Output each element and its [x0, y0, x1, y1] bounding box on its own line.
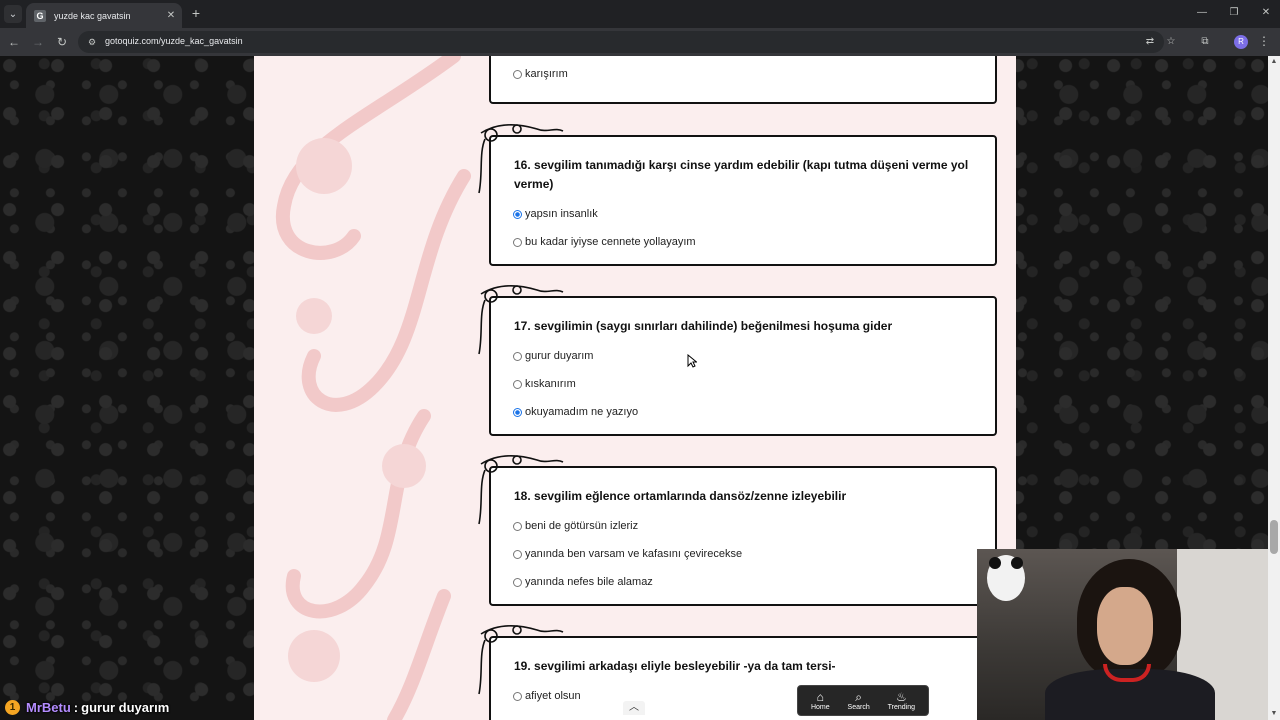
toolbar: ← → ↻ ⚙ gotoquiz.com/yuzde_kac_gavatsin … [0, 28, 1280, 56]
radio-button[interactable] [513, 237, 522, 247]
answer-option[interactable]: yanında nefes bile alamaz [513, 576, 653, 588]
bookmark-star-icon[interactable]: ☆ [1164, 35, 1178, 49]
answer-label: karışırım [525, 68, 568, 80]
question-card-16: 16. sevgilim tanımadığı karşı cinse yard… [478, 124, 997, 266]
close-tab-icon[interactable]: ✕ [164, 10, 178, 21]
radio-button[interactable] [513, 691, 522, 701]
nav-search-button[interactable]: ⌕ Search [848, 690, 870, 711]
answer-option[interactable]: afiyet olsun [513, 690, 581, 702]
radio-button[interactable] [513, 549, 522, 559]
chat-message: 1 MrBetu : gurur duyarım [0, 697, 169, 717]
restore-icon[interactable]: ❐ [1224, 5, 1244, 21]
answer-label: kıskanırım [525, 378, 576, 390]
nav-home-button[interactable]: ⌂ Home [811, 690, 830, 711]
mouse-cursor-icon [687, 354, 697, 368]
radio-button[interactable] [513, 351, 522, 361]
answer-option[interactable]: kıskanırım [513, 378, 576, 390]
quiz-column: karışırım 16. sevgilim tanımadığı karşı … [254, 56, 1016, 720]
tab-search-button[interactable]: ⌄ [4, 5, 22, 23]
extensions-icon[interactable]: ⧉ [1198, 35, 1212, 49]
back-icon[interactable]: ← [6, 34, 22, 50]
reload-icon[interactable]: ↻ [54, 34, 70, 50]
scroll-down-arrow-icon[interactable]: ▼ [1268, 708, 1280, 720]
answer-label: beni de götürsün izleriz [525, 520, 639, 532]
answer-option[interactable]: karışırım [513, 68, 568, 80]
new-tab-icon[interactable]: + [188, 5, 204, 21]
radio-button-checked[interactable] [513, 209, 522, 219]
radio-button[interactable] [513, 577, 522, 587]
answer-option[interactable]: gurur duyarım [513, 350, 593, 362]
answer-label: gurur duyarım [525, 350, 594, 362]
answer-label: afiyet olsun [525, 690, 581, 702]
search-icon: ⌕ [855, 690, 862, 704]
chat-separator: : [73, 699, 79, 715]
webcam-overlay [977, 549, 1280, 720]
chat-text: gurur duyarım [81, 699, 170, 715]
nav-search-label: Search [847, 704, 870, 711]
answer-option[interactable]: okuyamadım ne yazıyo [513, 406, 638, 418]
question-card-18: 18. sevgilim eğlence ortamlarında dansöz… [478, 455, 997, 606]
window-close-icon[interactable]: ✕ [1256, 5, 1276, 21]
answer-option[interactable]: bu kadar iyiyse cennete yollayayım [513, 236, 696, 248]
answer-label: yapsın insanlık [525, 208, 598, 220]
browser-tab[interactable]: G yuzde kac gavatsin ✕ [26, 3, 182, 28]
radio-button[interactable] [513, 69, 522, 79]
site-info-icon[interactable]: ⚙ [86, 36, 98, 48]
answer-option[interactable]: yanında ben varsam ve kafasını çevirecek… [513, 548, 742, 560]
radio-button[interactable] [513, 521, 522, 531]
nav-trending-button[interactable]: ♨ Trending [888, 690, 915, 711]
question-card-15: karışırım [489, 56, 997, 104]
answer-label: yanında nefes bile alamaz [525, 576, 653, 588]
home-icon: ⌂ [816, 690, 824, 704]
radio-button[interactable] [513, 379, 522, 389]
floral-background-decoration [275, 56, 471, 720]
answer-label: yanında ben varsam ve kafasını çevirecek… [525, 548, 743, 560]
answer-option[interactable]: yapsın insanlık [513, 208, 598, 220]
panda-plush-icon [987, 555, 1025, 601]
flame-icon: ♨ [895, 690, 907, 704]
bottom-navigation: ⌂ Home ⌕ Search ♨ Trending [797, 685, 929, 716]
scrollbar-thumb[interactable] [1270, 520, 1278, 554]
question-card-17: 17. sevgilimin (saygı sınırları dahilind… [478, 285, 997, 436]
translate-icon[interactable]: ⇄ [1143, 35, 1157, 49]
scroll-up-arrow-icon[interactable]: ▲ [1268, 56, 1280, 68]
question-title: 18. sevgilim eğlence ortamlarında dansöz… [514, 489, 847, 503]
minimize-icon[interactable]: — [1192, 5, 1212, 21]
nav-home-label: Home [810, 704, 830, 711]
answer-label: okuyamadım ne yazıyo [525, 406, 639, 418]
address-bar[interactable]: ⚙ gotoquiz.com/yuzde_kac_gavatsin ⇄ ☆ [78, 31, 1175, 53]
tab-title: yuzde kac gavatsin [54, 10, 131, 21]
page-scrollbar[interactable]: ▲ ▼ [1268, 56, 1280, 720]
nav-trending-label: Trending [887, 704, 916, 711]
forward-icon[interactable]: → [30, 34, 46, 50]
chat-username: MrBetu [26, 699, 71, 715]
scroll-to-top-icon[interactable]: ︿ [623, 701, 645, 715]
chat-badge-icon: 1 [5, 699, 20, 715]
url-text[interactable]: gotoquiz.com/yuzde_kac_gavatsin [105, 36, 243, 46]
answer-option[interactable]: beni de götürsün izleriz [513, 520, 638, 532]
question-title: 17. sevgilimin (saygı sınırları dahilind… [514, 319, 893, 333]
tab-bar: ⌄ G yuzde kac gavatsin ✕ + — ❐ ✕ [0, 0, 1280, 28]
answer-label: bu kadar iyiyse cennete yollayayım [525, 236, 696, 248]
profile-avatar[interactable]: R [1234, 35, 1248, 49]
site-favicon-icon: G [34, 9, 46, 22]
question-title: 19. sevgilimi arkadaşı eliyle besleyebil… [514, 659, 836, 673]
streamer-face [1097, 587, 1153, 665]
question-title: 16. sevgilim tanımadığı karşı cinse yard… [514, 158, 969, 191]
radio-button-checked[interactable] [513, 407, 522, 417]
kebab-menu-icon[interactable]: ⋮ [1258, 34, 1270, 48]
